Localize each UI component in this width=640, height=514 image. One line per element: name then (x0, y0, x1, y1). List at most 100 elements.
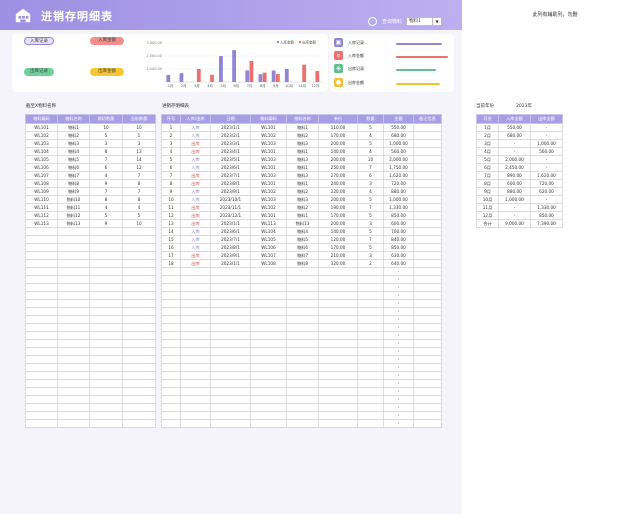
table-cell[interactable] (161, 283, 181, 292)
table-cell[interactable]: 11 (161, 203, 181, 212)
table-cell[interactable]: 物料8 (286, 259, 319, 268)
table-cell[interactable] (57, 235, 90, 244)
table-cell[interactable]: 10 (122, 219, 156, 228)
table-cell[interactable] (413, 251, 442, 260)
table-cell[interactable] (180, 371, 211, 380)
table-cell[interactable] (210, 299, 251, 308)
table-cell[interactable]: 1月 (476, 123, 499, 132)
table-cell[interactable]: 7 (122, 187, 156, 196)
table-cell[interactable] (286, 331, 319, 340)
table-cell[interactable] (413, 291, 442, 300)
table-cell[interactable] (25, 419, 58, 428)
table-cell[interactable] (161, 331, 181, 340)
table-cell[interactable]: 2023/9/1 (210, 187, 251, 196)
table-cell[interactable]: 200.00 (318, 195, 358, 204)
table-cell[interactable] (122, 331, 156, 340)
table-cell[interactable]: 3 (161, 139, 181, 148)
table-cell[interactable]: WL102 (250, 187, 287, 196)
table-cell[interactable] (210, 371, 251, 380)
table-cell[interactable] (25, 283, 58, 292)
table-cell[interactable]: 1 (122, 131, 156, 140)
table-cell[interactable]: 8 (122, 179, 156, 188)
table-cell[interactable]: - (383, 395, 414, 404)
table-cell[interactable] (57, 259, 90, 268)
table-cell[interactable] (122, 283, 156, 292)
table-cell[interactable] (413, 131, 442, 140)
table-cell[interactable] (25, 307, 58, 316)
table-cell[interactable] (161, 315, 181, 324)
table-cell[interactable] (57, 315, 90, 324)
table-cell[interactable] (250, 307, 287, 316)
table-cell[interactable] (122, 411, 156, 420)
table-cell[interactable]: 560.00 (530, 147, 563, 156)
table-cell[interactable]: 物料1 (57, 123, 90, 132)
table-cell[interactable] (210, 291, 251, 300)
table-cell[interactable] (413, 283, 442, 292)
table-cell[interactable]: WL105 (25, 155, 58, 164)
table-cell[interactable] (210, 339, 251, 348)
table-cell[interactable] (57, 331, 90, 340)
table-cell[interactable]: 入库 (180, 235, 211, 244)
table-cell[interactable] (286, 419, 319, 428)
table-cell[interactable]: WL103 (250, 139, 287, 148)
table-cell[interactable] (286, 379, 319, 388)
table-cell[interactable] (89, 235, 123, 244)
table-cell[interactable] (413, 123, 442, 132)
table-cell[interactable]: 140.00 (318, 147, 358, 156)
table-cell[interactable] (413, 371, 442, 380)
table-cell[interactable] (286, 267, 319, 276)
table-cell[interactable]: 1,620.00 (383, 171, 414, 180)
table-cell[interactable] (357, 355, 384, 364)
table-cell[interactable] (161, 299, 181, 308)
table-cell[interactable] (180, 267, 211, 276)
table-cell[interactable]: WL101 (250, 179, 287, 188)
table-cell[interactable] (318, 267, 358, 276)
table-cell[interactable] (122, 299, 156, 308)
table-cell[interactable] (357, 379, 384, 388)
table-cell[interactable] (25, 235, 58, 244)
table-cell[interactable] (161, 347, 181, 356)
table-cell[interactable]: - (383, 419, 414, 428)
table-cell[interactable] (210, 379, 251, 388)
table-cell[interactable] (122, 387, 156, 396)
table-cell[interactable]: 4 (89, 203, 123, 212)
table-cell[interactable] (413, 195, 442, 204)
table-cell[interactable] (413, 203, 442, 212)
table-cell[interactable] (286, 395, 319, 404)
table-cell[interactable]: 2,000.00 (383, 155, 414, 164)
table-cell[interactable]: 入库 (180, 131, 211, 140)
table-cell[interactable] (286, 275, 319, 284)
table-cell[interactable]: 2023/1/1 (210, 259, 251, 268)
table-cell[interactable]: 5 (89, 131, 123, 140)
table-cell[interactable] (286, 283, 319, 292)
table-cell[interactable] (286, 387, 319, 396)
table-cell[interactable] (413, 147, 442, 156)
table-cell[interactable] (25, 251, 58, 260)
table-cell[interactable] (210, 363, 251, 372)
table-cell[interactable] (318, 315, 358, 324)
table-cell[interactable]: 物料3 (286, 139, 319, 148)
table-cell[interactable]: 1,750.00 (383, 163, 414, 172)
table-cell[interactable]: - (530, 155, 563, 164)
table-cell[interactable] (286, 315, 319, 324)
table-cell[interactable]: 7 (357, 235, 384, 244)
table-cell[interactable]: WL110 (25, 195, 58, 204)
table-cell[interactable]: 3 (357, 251, 384, 260)
table-cell[interactable]: 2,000.00 (498, 155, 531, 164)
table-cell[interactable]: 物料6 (57, 163, 90, 172)
table-cell[interactable] (122, 227, 156, 236)
table-cell[interactable] (25, 339, 58, 348)
table-cell[interactable] (357, 275, 384, 284)
table-cell[interactable] (413, 211, 442, 220)
table-cell[interactable] (357, 323, 384, 332)
table-cell[interactable] (250, 379, 287, 388)
table-cell[interactable]: 4 (357, 187, 384, 196)
table-cell[interactable]: 1,000.00 (530, 139, 563, 148)
table-cell[interactable] (210, 283, 251, 292)
table-cell[interactable]: 出库 (180, 147, 211, 156)
table-cell[interactable]: 入库 (180, 155, 211, 164)
table-cell[interactable]: 入库 (180, 187, 211, 196)
table-cell[interactable] (413, 219, 442, 228)
table-cell[interactable]: 2023/2/1 (210, 131, 251, 140)
table-cell[interactable] (161, 419, 181, 428)
